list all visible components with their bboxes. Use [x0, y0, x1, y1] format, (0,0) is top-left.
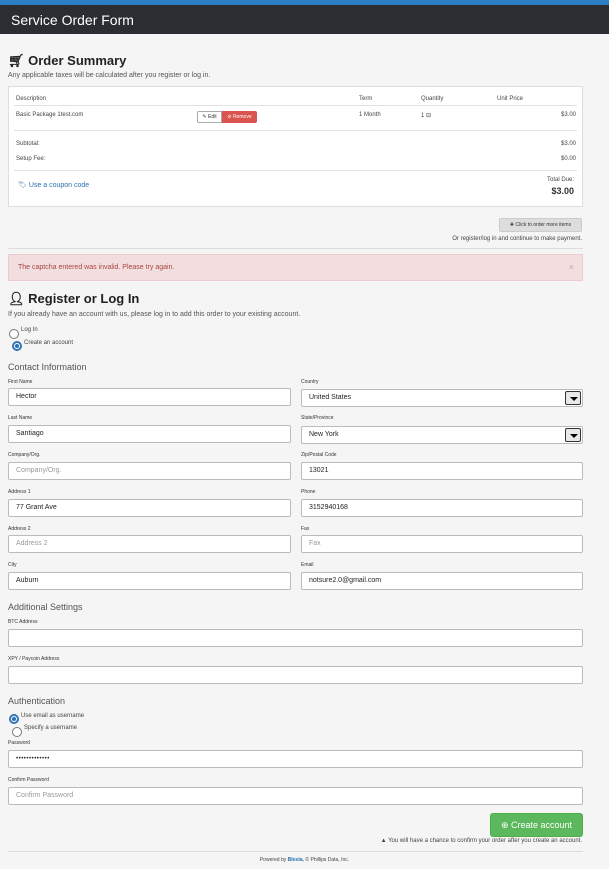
col-description: Description: [16, 96, 47, 102]
chevron-down-icon[interactable]: [565, 391, 581, 405]
footer: Powered by Blesta, © Phillips Data, Inc.: [259, 857, 350, 863]
email-input[interactable]: notsure2.0@gmail.com: [301, 572, 583, 590]
country-label: Country: [301, 379, 319, 385]
order-summary-title: Order Summary: [28, 53, 127, 68]
first-name-label: First Name: [8, 379, 33, 385]
address1-input[interactable]: 77 Grant Ave: [8, 499, 291, 517]
btc-address-input[interactable]: [8, 629, 583, 647]
create-account-radio-label: Create an account: [24, 340, 74, 346]
plus-circle-icon: ⊕: [500, 820, 511, 830]
coupon-link[interactable]: 🏷︎ Use a coupon code: [18, 181, 89, 189]
setup-fee-value: $0.00: [560, 156, 576, 162]
item-quantity: 1 ⊟: [421, 113, 432, 119]
authentication-heading: Authentication: [8, 696, 66, 706]
create-account-radio[interactable]: [12, 341, 22, 351]
password-input[interactable]: •••••••••••••: [8, 750, 583, 768]
state-label: State/Province: [301, 415, 334, 421]
address1-label: Address 1: [8, 489, 31, 495]
col-term: Term: [359, 96, 373, 102]
last-name-label: Last Name: [8, 415, 33, 421]
use-email-radio-label: Use email as username: [21, 713, 85, 719]
setup-fee-label: Setup Fee:: [16, 156, 46, 162]
warning-icon: ▲: [380, 838, 389, 844]
address2-label: Address 2: [8, 526, 31, 532]
zip-input[interactable]: 13021: [301, 462, 583, 480]
btc-address-label: BTC Address: [8, 619, 38, 625]
alert-message: The captcha entered was invalid. Please …: [18, 264, 175, 271]
col-quantity: Quantity: [421, 96, 444, 102]
state-select[interactable]: New York: [301, 426, 583, 444]
total-due-label: Total Due:: [546, 177, 574, 183]
register-title: Register or Log In: [28, 291, 140, 306]
city-label: City: [8, 562, 17, 568]
col-unit-price: Unit Price: [497, 96, 524, 102]
email-label: Email: [301, 562, 314, 568]
total-due-value: $3.00: [551, 186, 574, 196]
phone-input[interactable]: 3152940168: [301, 499, 583, 517]
xpy-address-label: XPY / Paycoin Address: [8, 656, 60, 662]
confirm-password-label: Confirm Password: [8, 777, 49, 783]
confirm-order-note: ▲ You will have a chance to confirm your…: [380, 838, 582, 844]
tax-note: Any applicable taxes will be calculated …: [8, 72, 211, 79]
subtotal-label: Subtotal:: [16, 141, 40, 147]
subtotal-value: $3.00: [560, 141, 576, 147]
edit-item-button[interactable]: ✎ Edit: [197, 111, 222, 123]
additional-settings-heading: Additional Settings: [8, 602, 83, 612]
fax-label: Fax: [301, 526, 310, 532]
top-bar: Service Order Form: [0, 0, 609, 34]
last-name-input[interactable]: Santiago: [8, 425, 291, 443]
tag-icon: 🏷︎: [18, 182, 29, 189]
chevron-down-icon[interactable]: [565, 428, 581, 442]
company-label: Company/Org.: [8, 452, 41, 458]
specify-username-radio-label: Specify a username: [24, 725, 78, 731]
fax-input[interactable]: Fax: [301, 535, 583, 553]
xpy-address-input[interactable]: [8, 666, 583, 684]
register-hint: Or register/log in and continue to make …: [452, 236, 582, 242]
zip-label: Zip/Postal Code: [301, 452, 337, 458]
trash-icon[interactable]: ⊟: [426, 113, 431, 119]
item-term: 1 Month: [359, 112, 381, 118]
item-description: Basic Package 1test.com: [16, 112, 84, 118]
remove-item-button[interactable]: ⊘ Remove: [222, 111, 257, 123]
contact-info-heading: Contact Information: [8, 362, 87, 372]
footer-brand-link[interactable]: Blesta: [288, 857, 303, 863]
order-more-items-button[interactable]: ✚ Click to order more items: [499, 218, 582, 232]
city-input[interactable]: Auburn: [8, 572, 291, 590]
use-email-radio[interactable]: [9, 714, 19, 724]
item-unit-price: $3.00: [560, 112, 576, 118]
cart-icon: 🛒︎: [8, 53, 25, 68]
close-icon[interactable]: ×: [569, 262, 574, 272]
specify-username-radio[interactable]: [12, 727, 22, 737]
phone-label: Phone: [301, 489, 316, 495]
create-account-button[interactable]: ⊕ Create account: [490, 813, 583, 837]
company-input[interactable]: Company/Org.: [8, 462, 291, 480]
order-summary-heading: 🛒︎ Order Summary: [8, 53, 126, 69]
captcha-error-alert: The captcha entered was invalid. Please …: [8, 254, 583, 281]
register-heading: 👤︎ Register or Log In: [8, 291, 139, 307]
page-title: Service Order Form: [11, 12, 134, 28]
first-name-input[interactable]: Hector: [8, 388, 291, 406]
country-select[interactable]: United States: [301, 389, 583, 407]
login-radio-label: Log In: [21, 327, 38, 333]
password-label: Password: [8, 740, 30, 746]
address2-input[interactable]: Address 2: [8, 535, 291, 553]
register-intro: If you already have an account with us, …: [8, 311, 301, 318]
confirm-password-input[interactable]: Confirm Password: [8, 787, 583, 805]
login-radio[interactable]: [9, 329, 19, 339]
user-icon: 👤︎: [8, 291, 25, 306]
